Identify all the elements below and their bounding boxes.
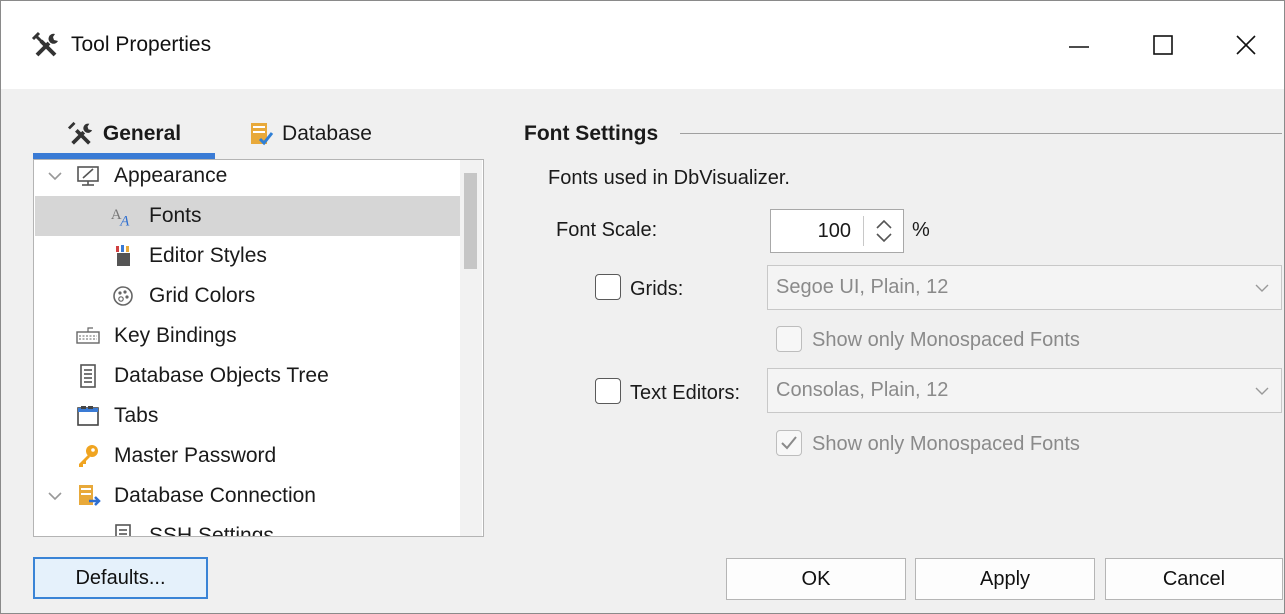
tree-item-appearance[interactable]: Appearance <box>35 160 461 196</box>
checkmark-icon <box>781 436 797 450</box>
font-scale-label: Font Scale: <box>556 219 658 241</box>
tree-item-label: Database Connection <box>114 484 316 507</box>
tree-scrollbar-thumb[interactable] <box>464 173 477 269</box>
tab-general[interactable]: General <box>33 113 215 155</box>
tree-item-label: Grid Colors <box>149 284 256 307</box>
cancel-button[interactable]: Cancel <box>1105 558 1283 600</box>
database-icon <box>251 123 274 146</box>
tree-item-label: Key Bindings <box>114 324 237 347</box>
tools-icon <box>67 121 93 145</box>
font-scale-value[interactable]: 100 <box>771 210 857 252</box>
tree-item-grid-colors[interactable]: Grid Colors <box>35 276 461 316</box>
text-editors-font-select[interactable]: Consolas, Plain, 12 <box>767 368 1282 413</box>
minimize-icon <box>1069 46 1089 48</box>
grids-font-select[interactable]: Segoe UI, Plain, 12 <box>767 265 1282 310</box>
settings-tree[interactable]: Appearance A A Fonts Editor Styles Grid … <box>33 159 484 537</box>
grids-font-value: Segoe UI, Plain, 12 <box>776 276 949 298</box>
tree-item-tabs[interactable]: Tabs <box>35 396 461 436</box>
text-editors-label: Text Editors: <box>630 382 741 404</box>
close-icon <box>1236 35 1256 55</box>
section-divider <box>680 133 1282 134</box>
tree-item-label: Fonts <box>149 204 202 227</box>
tree-item-label: Editor Styles <box>149 244 267 267</box>
tree-doc-icon <box>75 363 101 389</box>
defaults-button[interactable]: Defaults... <box>33 557 208 599</box>
tree-item-label: Database Objects Tree <box>114 364 329 387</box>
monitor-icon <box>75 163 101 189</box>
svg-text:A: A <box>119 213 130 229</box>
tool-properties-window: Tool Properties General Database Appeara… <box>0 0 1285 614</box>
database-connection-icon <box>75 483 101 509</box>
tabs-icon <box>75 403 101 429</box>
tree-item-master-password[interactable]: Master Password <box>35 436 461 476</box>
spinner-divider <box>863 216 864 246</box>
text-editors-monospaced-label: Show only Monospaced Fonts <box>812 433 1080 455</box>
grids-monospaced-label: Show only Monospaced Fonts <box>812 329 1080 351</box>
text-editors-monospaced-checkbox[interactable] <box>776 430 802 456</box>
tree-item-label: Master Password <box>114 444 277 467</box>
key-icon <box>75 443 101 469</box>
tree-item-editor-styles[interactable]: Editor Styles <box>35 236 461 276</box>
tab-database-label: Database <box>282 122 372 145</box>
maximize-icon <box>1153 35 1173 55</box>
text-editors-font-value: Consolas, Plain, 12 <box>776 379 949 401</box>
ssh-icon <box>110 523 136 536</box>
maximize-button[interactable] <box>1118 17 1208 73</box>
grids-checkbox[interactable] <box>595 274 621 300</box>
apply-button[interactable]: Apply <box>915 558 1095 600</box>
grids-monospaced-checkbox[interactable] <box>776 326 802 352</box>
tree-item-database-objects-tree[interactable]: Database Objects Tree <box>35 356 461 396</box>
chevron-down-icon <box>48 172 62 181</box>
palette-icon <box>110 283 136 309</box>
tree-item-ssh-settings[interactable]: SSH Settings <box>35 516 461 537</box>
font-scale-unit: % <box>912 219 930 241</box>
tree-item-database-connection[interactable]: Database Connection <box>35 476 461 516</box>
ok-button[interactable]: OK <box>726 558 906 600</box>
section-title: Font Settings <box>524 122 659 145</box>
window-title: Tool Properties <box>71 33 212 56</box>
tab-database[interactable]: Database <box>235 113 385 155</box>
chevron-down-icon <box>1255 387 1269 395</box>
chevron-down-icon <box>48 492 62 501</box>
font-scale-spinner[interactable]: 100 <box>770 209 904 253</box>
section-description: Fonts used in DbVisualizer. <box>548 167 790 189</box>
keyboard-icon <box>75 323 101 349</box>
minimize-button[interactable] <box>1034 17 1124 73</box>
tree-item-key-bindings[interactable]: Key Bindings <box>35 316 461 356</box>
tree-item-label: SSH Settings <box>149 524 274 537</box>
close-button[interactable] <box>1201 17 1285 73</box>
tools-icon <box>31 31 61 59</box>
paint-icon <box>110 243 136 269</box>
tab-general-label: General <box>102 122 182 145</box>
tree-item-fonts[interactable]: A A Fonts <box>35 196 461 236</box>
title-bar[interactable]: Tool Properties <box>1 1 1284 89</box>
grids-label: Grids: <box>630 278 684 300</box>
font-icon: A A <box>110 203 136 229</box>
spinner-arrows-icon[interactable] <box>867 212 901 250</box>
tree-item-label: Appearance <box>114 164 228 187</box>
tree-item-label: Tabs <box>114 404 159 427</box>
chevron-down-icon <box>1255 284 1269 292</box>
text-editors-checkbox[interactable] <box>595 378 621 404</box>
